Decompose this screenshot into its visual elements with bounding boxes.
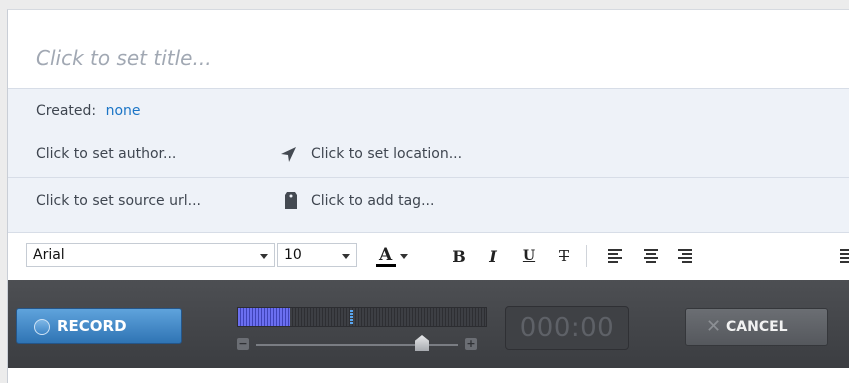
align-right-icon	[678, 249, 692, 263]
record-icon	[34, 319, 50, 335]
location-field[interactable]: Click to set location...	[311, 146, 462, 162]
align-left-icon	[608, 249, 622, 263]
font-color-button[interactable]: A	[371, 243, 413, 269]
record-button[interactable]: RECORD	[16, 308, 182, 344]
chevron-down-icon	[260, 254, 268, 259]
font-family-value: Arial	[33, 247, 65, 263]
font-size-select[interactable]: 10	[277, 243, 357, 267]
source-url-field[interactable]: Click to set source url...	[36, 193, 201, 209]
input-level-peak	[350, 310, 353, 324]
font-color-icon: A	[376, 245, 396, 267]
input-level-meter	[237, 307, 487, 327]
cancel-button[interactable]: ✕ CANCEL	[685, 308, 828, 346]
created-field: Created: none	[36, 103, 141, 119]
align-left-button[interactable]	[603, 243, 627, 269]
align-justify-icon	[840, 249, 849, 263]
align-justify-button[interactable]	[839, 243, 849, 269]
title-input[interactable]: Click to set title...	[36, 46, 212, 70]
italic-button[interactable]: I	[480, 243, 506, 269]
font-family-select[interactable]: Arial	[26, 243, 275, 267]
volume-increase-button[interactable]: +	[465, 338, 477, 350]
input-level-fill	[238, 308, 290, 326]
align-center-icon	[644, 249, 658, 263]
volume-decrease-button[interactable]: −	[237, 338, 249, 350]
record-label: RECORD	[57, 317, 127, 335]
font-size-value: 10	[284, 247, 302, 263]
author-field[interactable]: Click to set author...	[36, 146, 176, 162]
tag-icon	[285, 192, 297, 209]
recording-timer: 000:00	[505, 306, 629, 350]
created-label: Created:	[36, 103, 97, 119]
underline-button[interactable]: U	[516, 243, 542, 269]
location-arrow-icon	[281, 147, 296, 162]
toolbar-separator	[586, 245, 587, 267]
strikethrough-button[interactable]: T	[551, 243, 577, 269]
tag-field[interactable]: Click to add tag...	[311, 193, 434, 209]
note-metadata: Created: none Click to set author... Cli…	[8, 89, 849, 232]
align-right-button[interactable]	[673, 243, 697, 269]
title-row: Click to set title...	[8, 10, 849, 89]
align-center-button[interactable]	[639, 243, 663, 269]
volume-slider-thumb[interactable]	[415, 335, 429, 351]
font-color-swatch	[376, 264, 396, 267]
formatting-toolbar: Arial 10 A B I U T	[8, 232, 849, 281]
font-color-letter: A	[379, 245, 393, 265]
chevron-down-icon	[342, 254, 350, 259]
bold-button[interactable]: B	[446, 243, 472, 269]
cancel-label: CANCEL	[726, 319, 788, 335]
note-body[interactable]	[8, 368, 849, 383]
created-value[interactable]: none	[106, 103, 141, 119]
audio-recorder-bar: RECORD − + 000:00 ✕ CANCEL	[8, 280, 849, 368]
close-icon: ✕	[706, 316, 722, 337]
chevron-down-icon	[400, 253, 408, 259]
meta-divider	[8, 177, 849, 178]
note-editor: Click to set title... Created: none Clic…	[7, 9, 849, 383]
